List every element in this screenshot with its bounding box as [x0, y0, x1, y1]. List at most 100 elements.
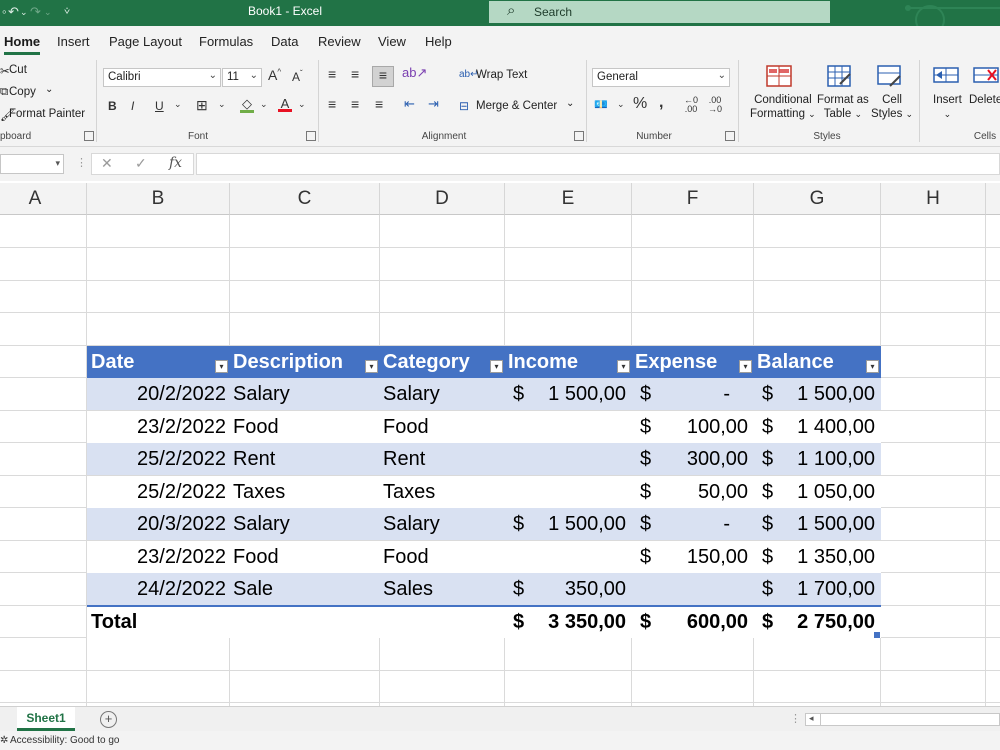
cell-category[interactable]: Food: [383, 541, 429, 573]
tab-page-layout[interactable]: Page Layout: [109, 34, 182, 49]
cell-description[interactable]: Taxes: [233, 476, 285, 508]
cell-income[interactable]: [505, 541, 632, 573]
total-income[interactable]: $3 350,00: [505, 606, 632, 638]
cell-category[interactable]: Taxes: [383, 476, 435, 508]
cell-income[interactable]: [505, 443, 632, 475]
font-color-button[interactable]: A: [278, 96, 292, 112]
underline-button[interactable]: U: [155, 99, 164, 113]
align-right-icon[interactable]: ≡: [375, 96, 383, 112]
alignment-launcher-icon[interactable]: [574, 131, 584, 141]
cell-income[interactable]: [505, 411, 632, 443]
header-category[interactable]: Category: [383, 346, 470, 378]
table-row[interactable]: 20/2/2022 Salary Salary $1 500,00 $ - $1 …: [87, 378, 881, 410]
table-resize-handle-icon[interactable]: [874, 632, 880, 638]
copy-button[interactable]: Copy: [9, 86, 36, 98]
italic-button[interactable]: I: [131, 99, 134, 113]
align-bottom-icon[interactable]: ≡: [372, 66, 394, 87]
cell-income[interactable]: [505, 476, 632, 508]
cell-description[interactable]: Food: [233, 541, 279, 573]
cell-description[interactable]: Sale: [233, 573, 273, 605]
column-header-a[interactable]: A: [0, 183, 87, 215]
cell-description[interactable]: Salary: [233, 378, 290, 410]
cell-description[interactable]: Rent: [233, 443, 275, 475]
filter-dropdown-icon[interactable]: ▾: [490, 360, 503, 373]
cell-balance[interactable]: $1 050,00: [754, 476, 881, 508]
header-date[interactable]: Date: [91, 346, 134, 378]
scroll-left-icon[interactable]: ◂: [809, 713, 814, 724]
column-header-d[interactable]: D: [380, 183, 505, 215]
formula-input[interactable]: [196, 153, 1000, 175]
cell-description[interactable]: Food: [233, 411, 279, 443]
percent-style-icon[interactable]: %: [633, 95, 647, 113]
tab-data[interactable]: Data: [271, 34, 298, 49]
merge-dropdown-icon[interactable]: ⌄: [566, 98, 574, 109]
header-balance[interactable]: Balance: [757, 346, 834, 378]
increase-indent-icon[interactable]: ⇥: [428, 96, 439, 112]
cell-balance[interactable]: $1 700,00: [754, 573, 881, 605]
table-row[interactable]: 20/3/2022 Salary Salary $1 500,00 $ - $1 …: [87, 508, 881, 540]
worksheet-grid[interactable]: A B C D E F G H Date ▾ Description ▾ Cat…: [0, 183, 1000, 706]
cell-expense[interactable]: $ -: [632, 378, 754, 410]
cell-balance[interactable]: $1 350,00: [754, 541, 881, 573]
conditional-formatting-button[interactable]: Conditional Formatting ⌄: [750, 93, 816, 121]
column-header-h[interactable]: H: [881, 183, 986, 215]
filter-dropdown-icon[interactable]: ▾: [215, 360, 228, 373]
add-sheet-icon[interactable]: +: [100, 711, 117, 728]
cell-balance[interactable]: $1 500,00: [754, 378, 881, 410]
bold-button[interactable]: B: [108, 99, 117, 113]
decrease-indent-icon[interactable]: ⇤: [404, 96, 415, 112]
cell-income[interactable]: $350,00: [505, 573, 632, 605]
header-income[interactable]: Income: [508, 346, 578, 378]
column-header-b[interactable]: B: [87, 183, 230, 215]
cell-expense[interactable]: $100,00: [632, 411, 754, 443]
fill-color-button[interactable]: ◇: [240, 96, 254, 113]
column-header-i[interactable]: [986, 183, 1000, 215]
cell-category[interactable]: Salary: [383, 378, 440, 410]
align-top-icon[interactable]: ≡: [328, 66, 336, 82]
cell-income[interactable]: $1 500,00: [505, 378, 632, 410]
number-format-select[interactable]: General ⌄: [592, 68, 730, 87]
merge-center-button[interactable]: Merge & Center: [476, 100, 557, 112]
cell-date[interactable]: 20/2/2022: [87, 378, 229, 410]
tab-insert[interactable]: Insert: [57, 34, 90, 49]
tab-review[interactable]: Review: [318, 34, 361, 49]
cell-date[interactable]: 25/2/2022: [87, 476, 229, 508]
cell-date[interactable]: 20/3/2022: [87, 508, 229, 540]
cell-balance[interactable]: $1 100,00: [754, 443, 881, 475]
filter-dropdown-icon[interactable]: ▾: [617, 360, 630, 373]
column-header-e[interactable]: E: [505, 183, 632, 215]
fill-color-dropdown-icon[interactable]: ⌄: [260, 99, 268, 110]
table-row[interactable]: 23/2/2022 Food Food $100,00 $1 400,00: [87, 411, 881, 443]
scroll-splitter-icon[interactable]: ⋮: [790, 712, 801, 725]
cell-date[interactable]: 25/2/2022: [87, 443, 229, 475]
cell-category[interactable]: Salary: [383, 508, 440, 540]
tab-help[interactable]: Help: [425, 34, 452, 49]
header-expense[interactable]: Expense: [635, 346, 717, 378]
tab-view[interactable]: View: [378, 34, 406, 49]
total-balance[interactable]: $2 750,00: [754, 606, 881, 638]
horizontal-scrollbar[interactable]: ◂: [805, 713, 1000, 726]
clipboard-launcher-icon[interactable]: [84, 131, 94, 141]
cell-expense[interactable]: $300,00: [632, 443, 754, 475]
cell-balance[interactable]: $1 400,00: [754, 411, 881, 443]
format-painter-button[interactable]: Format Painter: [9, 108, 85, 120]
accessibility-status[interactable]: Accessibility: Good to go: [10, 735, 120, 746]
cell-expense[interactable]: $150,00: [632, 541, 754, 573]
copy-dropdown-icon[interactable]: ⌄: [45, 84, 53, 95]
format-as-table-button[interactable]: Format as Table ⌄: [817, 93, 869, 121]
accounting-dropdown-icon[interactable]: ⌄: [617, 99, 625, 110]
align-middle-icon[interactable]: ≡: [351, 66, 359, 82]
underline-dropdown-icon[interactable]: ⌄: [174, 99, 182, 110]
header-description[interactable]: Description: [233, 346, 343, 378]
decrease-decimal-icon[interactable]: .00 →0: [708, 96, 722, 114]
cell-styles-button[interactable]: Cell Styles ⌄: [871, 93, 913, 121]
name-box[interactable]: ▾: [0, 154, 64, 174]
cell-date[interactable]: 23/2/2022: [87, 411, 229, 443]
table-row[interactable]: 24/2/2022 Sale Sales $350,00 $1 700,00: [87, 573, 881, 605]
cell-date[interactable]: 23/2/2022: [87, 541, 229, 573]
font-name-select[interactable]: Calibri ⌄: [103, 68, 221, 87]
align-left-icon[interactable]: ≡: [328, 96, 336, 112]
cancel-icon[interactable]: ✕: [101, 155, 113, 172]
orientation-icon[interactable]: ab↗: [402, 65, 427, 81]
total-label[interactable]: Total: [91, 606, 137, 638]
